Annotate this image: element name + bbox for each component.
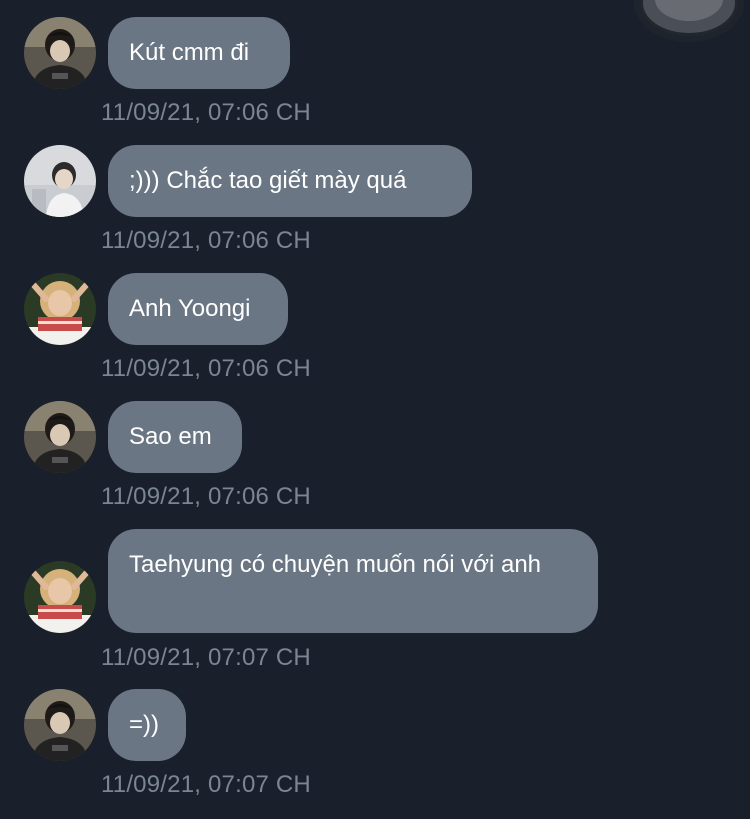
- message-timestamp: 11/09/21, 07:06 CH: [101, 483, 311, 510]
- avatar-icon[interactable]: [24, 145, 96, 217]
- message-bubble[interactable]: Taehyung có chuyện muốn nói với anh: [108, 529, 598, 633]
- message-text: Sao em: [129, 423, 212, 450]
- avatar-icon[interactable]: [24, 401, 96, 473]
- message-timestamp: 11/09/21, 07:06 CH: [101, 227, 311, 254]
- message-timestamp: 11/09/21, 07:06 CH: [101, 99, 311, 126]
- message-text: ;))) Chắc tao giết mày quá: [129, 167, 407, 194]
- message-text: Anh Yoongi: [129, 295, 251, 322]
- message-timestamp: 11/09/21, 07:06 CH: [101, 355, 311, 382]
- avatar-icon[interactable]: [24, 561, 96, 633]
- chat-thread: Kút cmm đi 11/09/21, 07:06 CH ;))) Chắc …: [0, 0, 750, 819]
- avatar-icon[interactable]: [24, 17, 96, 89]
- message-text: Kút cmm đi: [129, 39, 250, 66]
- avatar-icon[interactable]: [24, 689, 96, 761]
- message-timestamp: 11/09/21, 07:07 CH: [101, 771, 311, 798]
- message-text: Taehyung có chuyện muốn nói với anh: [129, 551, 542, 578]
- message-bubble[interactable]: Sao em: [108, 401, 242, 473]
- avatar-icon[interactable]: [24, 273, 96, 345]
- message-bubble[interactable]: Kút cmm đi: [108, 17, 290, 89]
- message-bubble[interactable]: =)): [108, 689, 186, 761]
- message-bubble[interactable]: ;))) Chắc tao giết mày quá: [108, 145, 472, 217]
- scroll-button-face: [655, 0, 723, 21]
- message-text: =)): [129, 711, 159, 738]
- scroll-button-icon[interactable]: [640, 0, 738, 36]
- message-timestamp: 11/09/21, 07:07 CH: [101, 644, 311, 671]
- message-bubble[interactable]: Anh Yoongi: [108, 273, 288, 345]
